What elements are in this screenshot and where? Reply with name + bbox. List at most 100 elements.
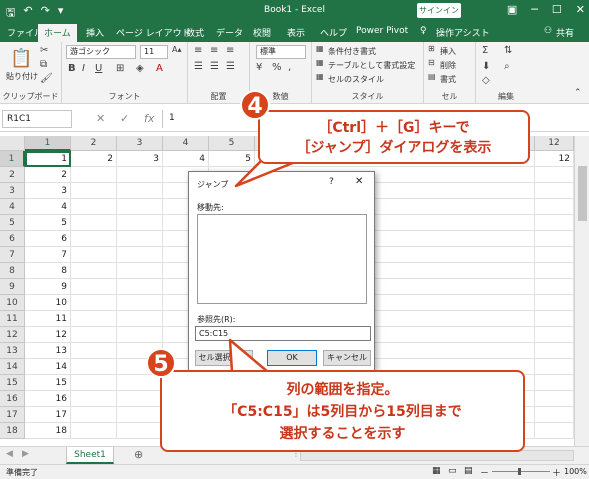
special-button[interactable]: セル選択(S)... (195, 350, 253, 366)
comma-icon[interactable]: , (288, 62, 291, 73)
page-layout-view-icon[interactable]: ▭ (448, 466, 457, 476)
grid-cell[interactable] (535, 391, 574, 407)
tab-insert[interactable]: 挿入 (86, 26, 104, 39)
row-header[interactable]: 15 (0, 375, 25, 391)
grid-cell[interactable] (71, 167, 117, 183)
tab-tell-me[interactable]: 操作アシスト (436, 26, 490, 39)
fill-color-icon[interactable]: ◈ (136, 63, 144, 74)
scrollbar-thumb[interactable] (578, 166, 587, 221)
grid-cell[interactable]: 8 (25, 263, 71, 279)
grid-cell[interactable] (535, 311, 574, 327)
row-header[interactable]: 4 (0, 199, 25, 215)
grid-cell[interactable] (117, 279, 163, 295)
grid-cell[interactable]: 3 (117, 151, 163, 167)
grid-cell[interactable] (71, 407, 117, 423)
cut-icon[interactable]: ✂ (40, 45, 48, 56)
row-header[interactable]: 10 (0, 295, 25, 311)
grow-font-icon[interactable]: A▴ (172, 45, 182, 54)
grid-cell[interactable] (71, 279, 117, 295)
clear-icon[interactable]: ◇ (482, 75, 490, 86)
cell-style-icon[interactable]: ▦ (316, 72, 324, 81)
grid-cell[interactable] (535, 327, 574, 343)
grid-cell[interactable]: 4 (163, 151, 209, 167)
grid-cell[interactable]: 12 (25, 327, 71, 343)
row-header[interactable]: 13 (0, 343, 25, 359)
align-bottom-icon[interactable]: ≡ (226, 45, 234, 56)
grid-cell[interactable]: 6 (25, 231, 71, 247)
grid-cell[interactable]: 13 (25, 343, 71, 359)
grid-cell[interactable] (71, 311, 117, 327)
grid-cell[interactable] (117, 199, 163, 215)
font-size-select[interactable]: 11 (140, 45, 168, 59)
grid-cell[interactable] (71, 183, 117, 199)
tab-data[interactable]: データ (216, 26, 243, 39)
grid-cell[interactable] (71, 423, 117, 439)
grid-cell[interactable]: 18 (25, 423, 71, 439)
column-header[interactable]: 3 (117, 136, 163, 151)
row-header[interactable]: 7 (0, 247, 25, 263)
grid-cell[interactable] (71, 343, 117, 359)
prev-sheet-icon[interactable]: ◀ (6, 449, 13, 459)
grid-cell[interactable]: 9 (25, 279, 71, 295)
grid-cell[interactable] (71, 247, 117, 263)
conditional-format-button[interactable]: 条件付き書式 (328, 46, 376, 57)
grid-cell[interactable]: 3 (25, 183, 71, 199)
paste-icon[interactable]: 📋 (10, 48, 32, 69)
zoom-slider-thumb[interactable] (518, 468, 521, 475)
align-middle-icon[interactable]: ≡ (210, 45, 218, 56)
row-header[interactable]: 2 (0, 167, 25, 183)
align-left-icon[interactable]: ☰ (194, 61, 203, 72)
grid-cell[interactable]: 11 (25, 311, 71, 327)
next-sheet-icon[interactable]: ▶ (22, 449, 29, 459)
zoom-out-icon[interactable]: － (480, 466, 489, 479)
grid-cell[interactable] (71, 215, 117, 231)
select-all-corner[interactable] (0, 136, 25, 151)
fill-icon[interactable]: ⬇ (482, 61, 490, 72)
row-header[interactable]: 6 (0, 231, 25, 247)
close-icon[interactable]: ✕ (576, 3, 585, 16)
page-break-view-icon[interactable]: ▤ (464, 466, 473, 476)
grid-cell[interactable] (535, 167, 574, 183)
align-top-icon[interactable]: ≡ (194, 45, 202, 56)
share-icon[interactable]: ⚇ (544, 26, 552, 36)
column-header[interactable]: 4 (163, 136, 209, 151)
grid-cell[interactable]: 2 (71, 151, 117, 167)
tab-home[interactable]: ホーム (38, 24, 77, 42)
format-painter-icon[interactable]: 🖌 (40, 73, 53, 84)
insert-cells-button[interactable]: 挿入 (440, 46, 456, 57)
copy-icon[interactable]: ⧉ (40, 59, 47, 70)
row-header[interactable]: 17 (0, 407, 25, 423)
row-header[interactable]: 16 (0, 391, 25, 407)
tab-view[interactable]: 表示 (287, 26, 305, 39)
column-header[interactable]: 2 (71, 136, 117, 151)
grid-cell[interactable] (117, 215, 163, 231)
italic-icon[interactable]: I (82, 63, 85, 74)
underline-icon[interactable]: U (95, 63, 102, 74)
currency-icon[interactable]: ¥ (256, 62, 262, 73)
table-format-button[interactable]: テーブルとして書式設定 (328, 60, 415, 71)
grid-cell[interactable] (535, 343, 574, 359)
tab-page-layout[interactable]: ページ レイアウト (116, 26, 191, 39)
grid-cell[interactable] (71, 327, 117, 343)
row-header[interactable]: 18 (0, 423, 25, 439)
grid-cell[interactable]: 4 (25, 199, 71, 215)
cell-style-button[interactable]: セルのスタイル (328, 74, 384, 85)
ok-button[interactable]: OK (267, 350, 317, 366)
sheet-tab-sheet1[interactable]: Sheet1 (66, 447, 114, 464)
grid-cell[interactable] (117, 167, 163, 183)
grid-cell[interactable] (535, 231, 574, 247)
zoom-in-icon[interactable]: ＋ (552, 466, 561, 479)
tell-me-icon[interactable]: ♀ (420, 26, 427, 36)
normal-view-icon[interactable]: ▦ (432, 466, 441, 476)
format-cells-button[interactable]: 書式 (440, 74, 456, 85)
grid-cell[interactable] (117, 423, 163, 439)
grid-cell[interactable] (117, 247, 163, 263)
row-header[interactable]: 12 (0, 327, 25, 343)
grid-cell[interactable]: 14 (25, 359, 71, 375)
grid-cell[interactable] (71, 263, 117, 279)
confirm-entry-icon[interactable]: ✓ (120, 112, 129, 125)
insert-function-icon[interactable]: fx (144, 112, 154, 125)
grid-cell[interactable] (535, 247, 574, 263)
grid-cell[interactable] (71, 231, 117, 247)
border-icon[interactable]: ⊞ (116, 63, 124, 74)
